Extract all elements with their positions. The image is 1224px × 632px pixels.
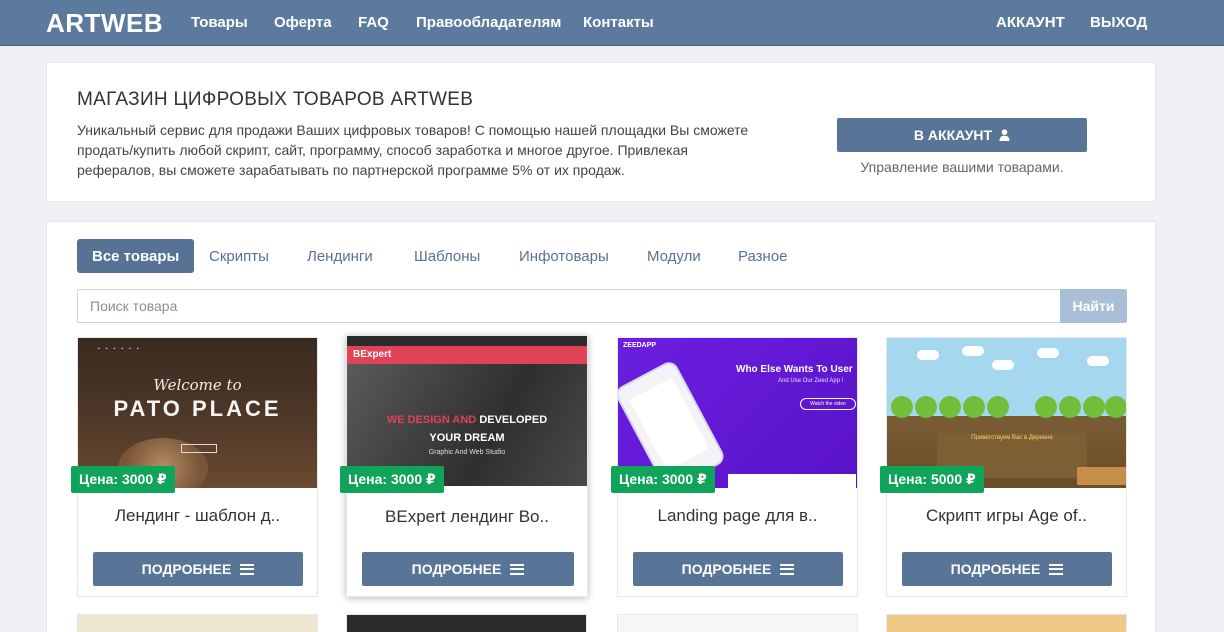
product-card: ZEEDAPP Who Else Wants To User And Use O… xyxy=(611,337,858,597)
intro-title: МАГАЗИН ЦИФРОВЫХ ТОВАРОВ ARTWEB xyxy=(77,89,474,110)
tab-info-products[interactable]: Инфотовары xyxy=(504,239,624,273)
thumbnail-caption: Watch the video xyxy=(800,398,856,410)
details-button-label: ПОДРОБНЕЕ xyxy=(141,561,232,577)
brand-logo[interactable]: ARTWEB xyxy=(46,8,163,39)
search-button[interactable]: Найти xyxy=(1060,289,1127,323)
tab-scripts[interactable]: Скрипты xyxy=(194,239,284,273)
search-input[interactable] xyxy=(77,289,1061,323)
nav-link-copyright-holders[interactable]: Правообладателям xyxy=(416,14,561,31)
thumbnail-trees-decoration xyxy=(887,396,1126,422)
product-name[interactable]: Лендинг - шаблон д.. xyxy=(78,506,317,526)
intro-line: Уникальный сервис для продажи Ваших цифр… xyxy=(77,122,749,138)
product-card-partial[interactable] xyxy=(77,614,318,632)
details-button-label: ПОДРОБНЕЕ xyxy=(411,561,502,577)
thumbnail-caption: BExpert xyxy=(353,349,392,360)
user-icon xyxy=(999,129,1010,141)
tab-templates[interactable]: Шаблоны xyxy=(399,239,495,273)
thumbnail-caption-rest: DEVELOPED xyxy=(479,414,548,426)
products-panel: Все товары Скрипты Лендинги Шаблоны Инфо… xyxy=(46,221,1156,632)
nav-link-offer[interactable]: Оферта xyxy=(274,14,332,31)
price-badge: Цена: 5000 ₽ xyxy=(880,466,984,493)
top-navbar: ARTWEB Товары Оферта FAQ Правообладателя… xyxy=(0,0,1224,46)
intro-card: МАГАЗИН ЦИФРОВЫХ ТОВАРОВ ARTWEB Уникальн… xyxy=(46,62,1156,202)
thumbnail-caption: Приветствуем Вас в Деревне xyxy=(971,435,1053,441)
thumbnail-nav-decoration: ▪▪▪▪▪▪ xyxy=(98,346,145,352)
thumbnail-caption: WE DESIGN AND DEVELOPED xyxy=(347,414,587,426)
details-button[interactable]: ПОДРОБНЕЕ xyxy=(633,552,843,586)
tab-all-products[interactable]: Все товары xyxy=(77,239,195,273)
nav-link-faq[interactable]: FAQ xyxy=(358,14,389,31)
menu-icon xyxy=(1049,563,1064,575)
thumbnail-caption: Welcome to xyxy=(153,376,242,394)
nav-link-account[interactable]: АККАУНТ xyxy=(996,14,1065,31)
details-button-label: ПОДРОБНЕЕ xyxy=(681,561,772,577)
tab-landings[interactable]: Лендинги xyxy=(292,239,388,273)
product-card: BExpert WE DESIGN AND DEVELOPED YOUR DRE… xyxy=(340,335,588,597)
thumbnail-button-decoration xyxy=(181,444,217,453)
product-card-partial[interactable] xyxy=(617,614,858,632)
go-to-account-button[interactable]: В АККАУНТ xyxy=(837,118,1087,152)
menu-icon xyxy=(240,563,255,575)
intro-line: продать/купить любой скрипт, сайт, прогр… xyxy=(77,142,688,158)
product-name[interactable]: Скрипт игры Age of.. xyxy=(887,506,1126,526)
thumbnail-caption: PATO PLACE xyxy=(113,396,282,421)
thumbnail-caption: Who Else Wants To User xyxy=(736,364,853,375)
details-button[interactable]: ПОДРОБНЕЕ xyxy=(362,552,574,586)
thumbnail-cards-decoration xyxy=(728,474,856,488)
tab-modules[interactable]: Модули xyxy=(632,239,716,273)
nav-link-products[interactable]: Товары xyxy=(191,14,248,31)
product-card: ▪▪▪▪▪▪ Welcome to PATO PLACE Цена: 3000 … xyxy=(71,337,318,597)
thumbnail-topbar xyxy=(347,336,587,346)
thumbnail-caption: And Use Our Zeed App ! xyxy=(778,378,844,384)
menu-icon xyxy=(780,563,795,575)
thumbnail-caption: YOUR DREAM xyxy=(429,432,505,444)
product-card-partial[interactable] xyxy=(346,614,587,632)
menu-icon xyxy=(510,563,525,575)
nav-link-logout[interactable]: ВЫХОД xyxy=(1090,14,1147,31)
product-card: Приветствуем Вас в Деревне Цена: 5000 ₽ … xyxy=(880,337,1127,597)
account-hint: Управление вашими товарами. xyxy=(860,159,1064,175)
price-badge: Цена: 3000 ₽ xyxy=(340,466,444,493)
product-name[interactable]: Landing page для в.. xyxy=(618,506,857,526)
thumbnail-caption: Graphic And Web Studio xyxy=(428,449,506,456)
account-button-label: В АККАУНТ xyxy=(913,127,993,143)
thumbnail-sign-decoration xyxy=(1077,467,1126,485)
details-button-label: ПОДРОБНЕЕ xyxy=(950,561,1041,577)
product-thumbnail[interactable]: BExpert WE DESIGN AND DEVELOPED YOUR DRE… xyxy=(347,336,587,486)
details-button[interactable]: ПОДРОБНЕЕ xyxy=(902,552,1112,586)
thumbnail-caption-accent: WE DESIGN AND xyxy=(386,414,477,426)
intro-description: Уникальный сервис для продажи Ваших цифр… xyxy=(77,120,777,180)
nav-link-contacts[interactable]: Контакты xyxy=(583,14,654,31)
intro-line: рефералов, вы сможете зарабатывать по па… xyxy=(77,162,625,178)
product-name[interactable]: BExpert лендинг Во.. xyxy=(347,507,587,527)
thumbnail-caption: ZEEDAPP xyxy=(623,342,657,349)
tab-misc[interactable]: Разное xyxy=(723,239,803,273)
product-card-partial[interactable] xyxy=(886,614,1127,632)
price-badge: Цена: 3000 ₽ xyxy=(71,466,175,493)
price-badge: Цена: 3000 ₽ xyxy=(611,466,715,493)
details-button[interactable]: ПОДРОБНЕЕ xyxy=(93,552,303,586)
